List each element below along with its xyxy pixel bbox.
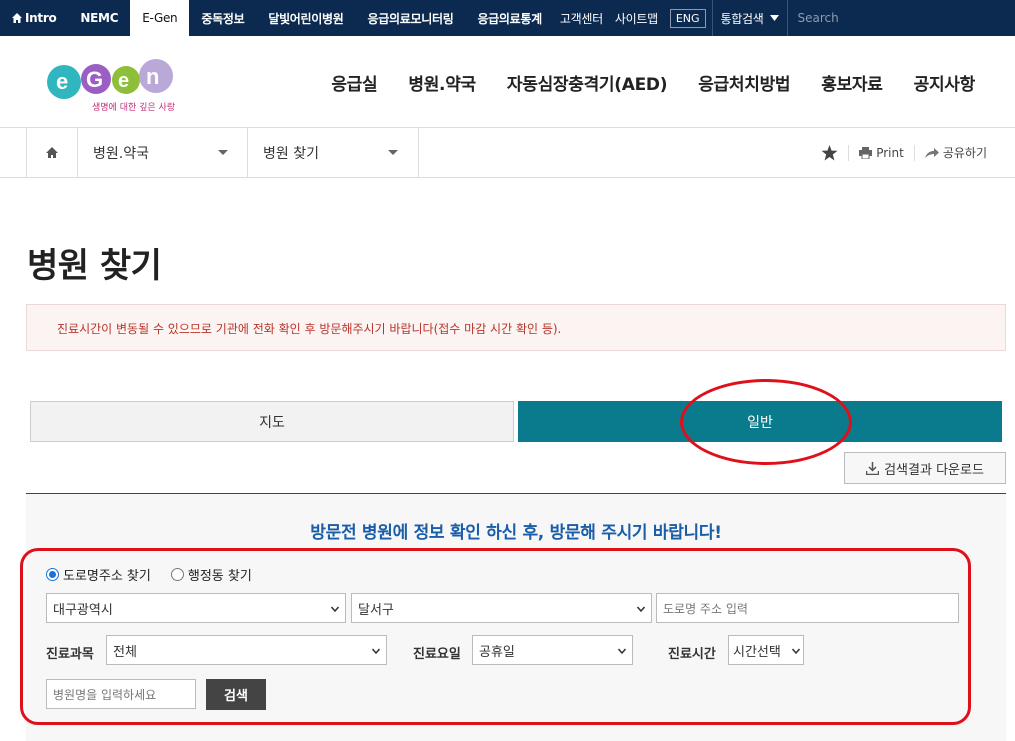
total-search-label: 통합검색 [721,10,764,27]
nav-emergency-room[interactable]: 응급실 [331,70,377,95]
topbar-customer-center[interactable]: 고객센터 [554,0,609,36]
topbar-sitemap[interactable]: 사이트맵 [609,0,664,36]
breadcrumb-home[interactable] [26,128,77,177]
breadcrumb: 병원.약국 병원 찾기 Print 공유하기 [0,128,1015,178]
svg-text:e: e [118,70,129,92]
page-title: 병원 찾기 [27,238,161,287]
svg-text:n: n [146,64,159,89]
annotation-circle [680,379,852,465]
download-icon [866,462,879,475]
nav-aed[interactable]: 자동심장충격기(AED) [507,70,667,95]
annotation-rectangle [20,548,971,725]
svg-text:G: G [86,67,103,92]
caret-down-icon [388,150,398,155]
caret-down-icon [218,150,228,155]
share-label: 공유하기 [943,144,987,161]
total-search-dropdown[interactable]: 통합검색 [713,0,787,36]
tab-map[interactable]: 지도 [30,401,514,442]
nav-notice[interactable]: 공지사항 [914,70,975,95]
share-arrow-icon [925,147,939,158]
topbar-poison[interactable]: 중독정보 [189,0,256,36]
topbar-egen[interactable]: E-Gen [130,0,189,36]
caret-down-icon [770,15,779,21]
home-icon [46,147,58,158]
breadcrumb-level2-label: 병원 찾기 [263,143,319,163]
egen-logo[interactable]: e G e n 생명에 대한 깊은 사랑 [44,54,184,116]
search-input[interactable]: Search [788,0,1015,36]
download-results-button[interactable]: 검색결과 다운로드 [844,452,1006,484]
page-tools: Print 공유하기 [811,128,997,177]
topbar-monitoring[interactable]: 응급의료모니터링 [356,0,466,36]
printer-icon [859,147,872,159]
breadcrumb-level1-dropdown[interactable]: 병원.약국 [77,128,248,177]
logo-tagline: 생명에 대한 깊은 사랑 [92,100,175,113]
topbar-intro[interactable]: Intro [0,0,68,36]
share-button[interactable]: 공유하기 [914,145,997,161]
site-header: e G e n 생명에 대한 깊은 사랑 응급실 병원.약국 자동심장충격기(A… [0,36,1015,128]
home-icon [12,13,22,23]
nav-promotion[interactable]: 홍보자료 [821,70,882,95]
topbar-moonlight[interactable]: 달빛어린이병원 [256,0,355,36]
topbar-intro-label: Intro [25,11,56,25]
download-label: 검색결과 다운로드 [884,459,984,478]
print-label: Print [876,146,904,160]
notice-box: 진료시간이 변동될 수 있으므로 기관에 전화 확인 후 방문해주시기 바랍니다… [26,304,1006,351]
nav-hospital-pharmacy[interactable]: 병원.약국 [408,70,476,95]
print-button[interactable]: Print [848,145,914,161]
star-icon [821,145,838,161]
svg-text:e: e [56,69,68,94]
topbar-nemc[interactable]: NEMC [68,0,130,36]
top-bar: Intro NEMC E-Gen 중독정보 달빛어린이병원 응급의료모니터링 응… [0,0,1015,36]
topbar-statistics[interactable]: 응급의료통계 [465,0,553,36]
nav-first-aid[interactable]: 응급처치방법 [698,70,790,95]
main-nav: 응급실 병원.약국 자동심장충격기(AED) 응급처치방법 홍보자료 공지사항 [300,36,975,128]
search-message: 방문전 병원에 정보 확인 하신 후, 방문해 주시기 바랍니다! [26,518,1006,543]
breadcrumb-level1-label: 병원.약국 [93,143,149,163]
eng-button[interactable]: ENG [670,9,706,28]
favorite-button[interactable] [811,145,848,161]
breadcrumb-level2-dropdown[interactable]: 병원 찾기 [247,128,419,177]
